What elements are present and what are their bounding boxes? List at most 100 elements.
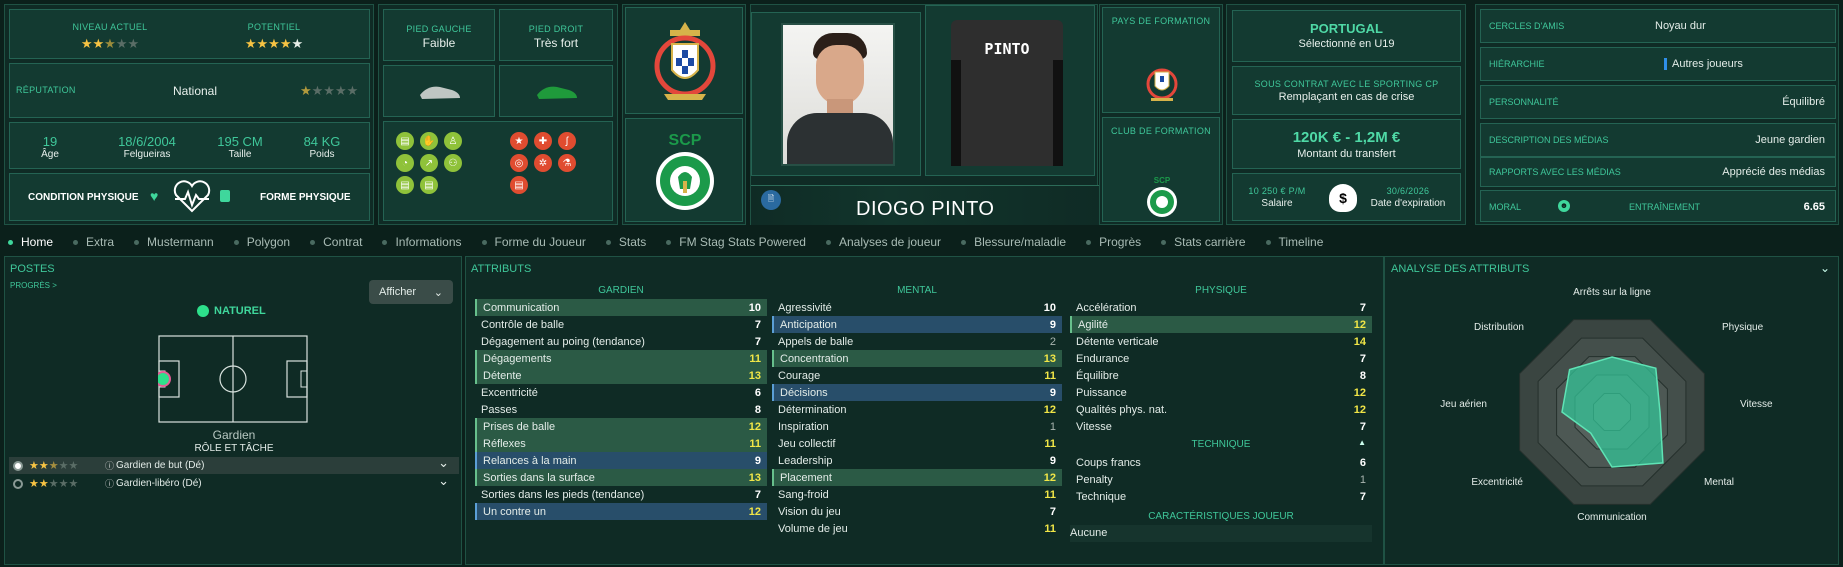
player-number-badge[interactable]: 🗎 — [761, 190, 781, 210]
trait-icon[interactable]: ◔ — [396, 154, 414, 172]
chevron-down-icon[interactable]: ⌄ — [438, 473, 449, 489]
role-row[interactable]: ★★★★★ ⓘ Gardien de but (Dé) ⌄ — [9, 455, 459, 474]
attribute-row[interactable]: Un contre un 12 — [475, 503, 767, 520]
attribute-row[interactable]: Détente verticale 14 — [1070, 333, 1372, 350]
tab-fm-stag-stats-powered[interactable]: FM Stag Stats Powered — [666, 235, 806, 249]
tab-label: Contrat — [323, 235, 363, 249]
info-row[interactable]: DESCRIPTION DES MÉDIAS Jeune gardien — [1480, 123, 1836, 157]
attribute-row[interactable]: Accélération 7 — [1070, 299, 1372, 316]
attribute-row[interactable]: Concentration 13 — [772, 350, 1062, 367]
trait-icon[interactable]: ▤ — [510, 176, 528, 194]
tab-informations[interactable]: Informations — [382, 235, 462, 249]
role-row[interactable]: ★★★★★ ⓘ Gardien-libéro (Dé) ⌄ — [9, 473, 459, 492]
info-row[interactable]: HIÉRARCHIE Autres joueurs — [1480, 47, 1836, 81]
info-icon[interactable]: ⓘ — [105, 477, 114, 490]
trait-icon[interactable]: ↗ — [420, 154, 438, 172]
sporting-crest-icon[interactable]: SCP — [652, 127, 718, 213]
goalkeeper-position-marker[interactable] — [158, 371, 171, 387]
attribute-row[interactable]: Jeu collectif 11 — [772, 435, 1062, 452]
tab-stats[interactable]: Stats — [605, 235, 646, 249]
attribute-row[interactable]: Inspiration 1 — [772, 418, 1062, 435]
trait-icon[interactable]: ✲ — [534, 154, 552, 172]
attribute-row[interactable]: Réflexes 11 — [475, 435, 767, 452]
attribute-row[interactable]: Penalty 1 — [1070, 471, 1372, 488]
attribute-row[interactable]: Détermination 12 — [772, 401, 1062, 418]
attribute-row[interactable]: Coups francs 6 — [1070, 454, 1372, 471]
salary-box[interactable]: 10 250 € P/M Salaire $ 30/6/2026 Date d'… — [1232, 173, 1461, 221]
tab-contrat[interactable]: Contrat — [310, 235, 362, 249]
attribute-row[interactable]: Placement 12 — [772, 469, 1062, 486]
info-row[interactable]: PERSONNALITÉ Équilibré — [1480, 85, 1836, 119]
trait-icon[interactable]: ⚇ — [444, 154, 462, 172]
attribute-row[interactable]: Dégagement au poing (tendance) 7 — [475, 333, 767, 350]
tab-label: Polygon — [246, 235, 291, 249]
trait-icon[interactable]: ▤ — [396, 132, 414, 150]
attribute-row[interactable]: Leadership 9 — [772, 452, 1062, 469]
tab-stats-carri-re[interactable]: Stats carrière — [1161, 235, 1246, 249]
tab-extra[interactable]: Extra — [73, 235, 114, 249]
attribute-name: Penalty — [1076, 473, 1113, 486]
nation-box[interactable]: PORTUGAL Sélectionné en U19 — [1232, 10, 1461, 62]
trait-icon[interactable]: ♙ — [444, 132, 462, 150]
tab-timeline[interactable]: Timeline — [1265, 235, 1323, 249]
trait-icon[interactable]: ʃ — [558, 132, 576, 150]
progress-link[interactable]: PROGRÈS > — [10, 281, 57, 290]
trait-icon[interactable]: ◎ — [510, 154, 528, 172]
trait-icon[interactable]: ▤ — [396, 176, 414, 194]
attribute-row[interactable]: Courage 11 — [772, 367, 1062, 384]
attribute-row[interactable]: Anticipation 9 — [772, 316, 1062, 333]
formation-club-crest-icon[interactable]: SCP — [1145, 174, 1179, 218]
attribute-row[interactable]: Prises de balle 12 — [475, 418, 767, 435]
trait-icon[interactable]: ✚ — [534, 132, 552, 150]
chevron-down-icon[interactable]: ⌄ — [438, 455, 449, 471]
attribute-row[interactable]: Technique 7 — [1070, 488, 1372, 505]
attribute-row[interactable]: Relances à la main 9 — [475, 452, 767, 469]
tab-blessure-maladie[interactable]: Blessure/maladie — [961, 235, 1066, 249]
attribute-row[interactable]: Sang-froid 11 — [772, 486, 1062, 503]
tab-label: FM Stag Stats Powered — [679, 235, 806, 249]
show-button[interactable]: Afficher ⌄ — [369, 280, 453, 304]
portugal-crest-icon[interactable] — [652, 20, 718, 104]
info-row[interactable]: CERCLES D'AMIS Noyau dur — [1480, 9, 1836, 43]
collapse-caret-icon[interactable]: ▲ — [1358, 438, 1366, 447]
formation-country-crest-icon[interactable] — [1145, 60, 1179, 102]
attribute-row[interactable]: Vitesse 7 — [1070, 418, 1372, 435]
attribute-row[interactable]: Qualités phys. nat. 12 — [1070, 401, 1372, 418]
transfer-box[interactable]: 120K € - 1,2M € Montant du transfert — [1232, 119, 1461, 169]
attribute-row[interactable]: Vision du jeu 7 — [772, 503, 1062, 520]
attribute-row[interactable]: Communication 10 — [475, 299, 767, 316]
attribute-row[interactable]: Dégagements 11 — [475, 350, 767, 367]
attribute-row[interactable]: Décisions 9 — [772, 384, 1062, 401]
attribute-row[interactable]: Excentricité 6 — [475, 384, 767, 401]
attribute-row[interactable]: Appels de balle 2 — [772, 333, 1062, 350]
attribute-row[interactable]: Puissance 12 — [1070, 384, 1372, 401]
attribute-row[interactable]: Détente 13 — [475, 367, 767, 384]
attribute-row[interactable]: Contrôle de balle 7 — [475, 316, 767, 333]
tab-mustermann[interactable]: Mustermann — [134, 235, 214, 249]
trait-icon[interactable]: ▤ — [420, 176, 438, 194]
tab-forme-du-joueur[interactable]: Forme du Joueur — [481, 235, 586, 249]
tab-polygon[interactable]: Polygon — [233, 235, 291, 249]
info-row[interactable]: RAPPORTS AVEC LES MÉDIAS Apprécié des méd… — [1480, 157, 1836, 187]
attribute-row[interactable]: Volume de jeu 11 — [772, 520, 1062, 537]
contract-box[interactable]: SOUS CONTRAT AVEC LE SPORTING CP Remplaç… — [1232, 66, 1461, 115]
attribute-row[interactable]: Sorties dans la surface 13 — [475, 469, 767, 486]
trait-icon[interactable]: ★ — [510, 132, 528, 150]
attribute-row[interactable]: Agressivité 10 — [772, 299, 1062, 316]
role-radio[interactable] — [13, 478, 23, 489]
tab-progr-s[interactable]: Progrès — [1086, 235, 1141, 249]
role-radio[interactable] — [13, 460, 23, 471]
morale-icon[interactable]: ☻ — [1558, 200, 1570, 212]
trait-icon[interactable]: ⚗ — [558, 154, 576, 172]
attribute-row[interactable]: Passes 8 — [475, 401, 767, 418]
analysis-chevron-icon[interactable]: ⌄ — [1820, 261, 1830, 275]
club-crest-box: SCP — [625, 118, 743, 222]
attribute-row[interactable]: Agilité 12 — [1070, 316, 1372, 333]
info-icon[interactable]: ⓘ — [105, 459, 114, 472]
tab-home[interactable]: Home — [8, 235, 53, 249]
attribute-row[interactable]: Sorties dans les pieds (tendance) 7 — [475, 486, 767, 503]
tab-analyses-de-joueur[interactable]: Analyses de joueur — [825, 235, 941, 249]
attribute-row[interactable]: Endurance 7 — [1070, 350, 1372, 367]
trait-icon[interactable]: ✋ — [420, 132, 438, 150]
attribute-row[interactable]: Équilibre 8 — [1070, 367, 1372, 384]
